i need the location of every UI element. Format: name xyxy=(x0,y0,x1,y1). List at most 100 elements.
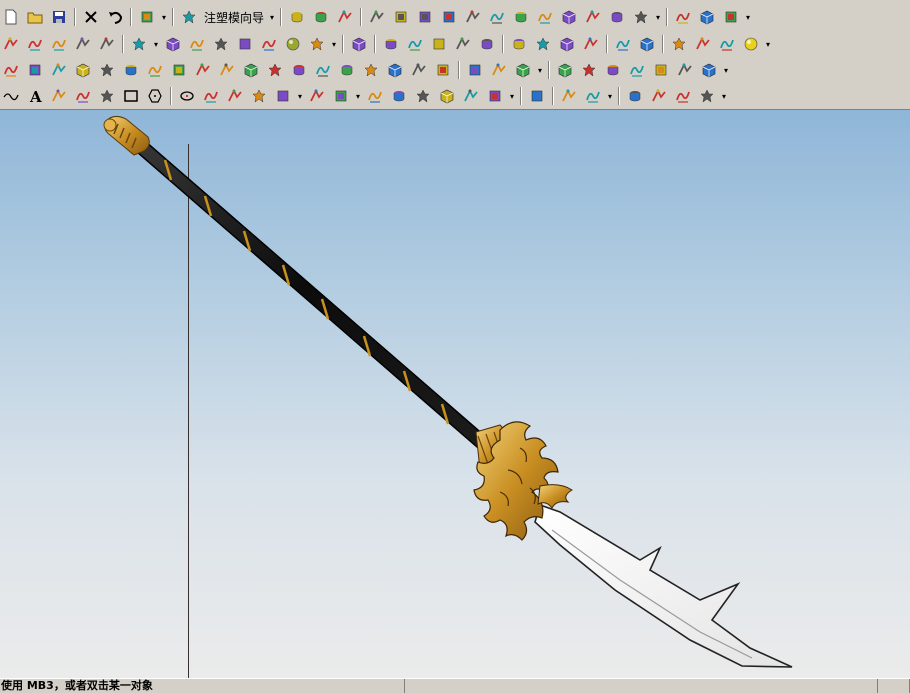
sketch-a-icon[interactable] xyxy=(508,33,530,55)
pan-icon[interactable] xyxy=(48,33,70,55)
close-x-icon[interactable] xyxy=(80,6,102,28)
mold-tool-icon[interactable] xyxy=(178,6,200,28)
surface-11-icon[interactable] xyxy=(240,59,262,81)
cube-wire-icon[interactable] xyxy=(210,33,232,55)
settings-gear-2-icon[interactable] xyxy=(696,6,718,28)
point-set-icon[interactable] xyxy=(48,85,70,107)
fork-icon[interactable] xyxy=(272,85,294,107)
surface-18-icon[interactable] xyxy=(408,59,430,81)
sketch-shield-icon[interactable] xyxy=(606,6,628,28)
view-square-icon[interactable] xyxy=(306,33,328,55)
body-1-icon[interactable] xyxy=(464,59,486,81)
ellipse-icon[interactable] xyxy=(176,85,198,107)
xyz-icon[interactable] xyxy=(224,85,246,107)
curve-c-icon[interactable] xyxy=(364,85,386,107)
curve-a-icon[interactable] xyxy=(306,85,328,107)
curve-e-icon[interactable] xyxy=(412,85,434,107)
assembly-icon[interactable] xyxy=(526,85,548,107)
layout-icon[interactable] xyxy=(348,33,370,55)
sketch-pattern-icon[interactable] xyxy=(534,6,556,28)
analyze-5-icon[interactable] xyxy=(650,59,672,81)
undo-icon[interactable] xyxy=(104,6,126,28)
graphics-viewport[interactable] xyxy=(0,110,910,678)
analyze-3-icon[interactable] xyxy=(602,59,624,81)
feature-2-icon[interactable] xyxy=(404,33,426,55)
sketch-curve-icon[interactable] xyxy=(438,6,460,28)
sketch-fork-icon[interactable] xyxy=(486,6,508,28)
toolbar-dropdown-arrow-icon[interactable]: ▾ xyxy=(722,59,730,81)
cone-icon[interactable] xyxy=(716,33,738,55)
layer-stack-2-icon[interactable] xyxy=(334,6,356,28)
cube-blue-2-icon[interactable] xyxy=(186,33,208,55)
zoom-icon[interactable] xyxy=(0,33,22,55)
cube-solid-icon[interactable] xyxy=(128,33,150,55)
body-2-icon[interactable] xyxy=(488,59,510,81)
measure-icon[interactable] xyxy=(624,85,646,107)
analyze-4-icon[interactable] xyxy=(626,59,648,81)
cube-blue-icon[interactable] xyxy=(162,33,184,55)
text-a-icon[interactable]: A xyxy=(24,85,46,107)
constraint-icon[interactable] xyxy=(558,85,580,107)
surface-6-icon[interactable] xyxy=(120,59,142,81)
toolbar-dropdown-arrow-icon[interactable]: ▾ xyxy=(764,33,772,55)
analyze-2-icon[interactable] xyxy=(578,59,600,81)
sketch-point-icon[interactable] xyxy=(366,6,388,28)
cube-wire-2-icon[interactable] xyxy=(234,33,256,55)
surface-10-icon[interactable] xyxy=(216,59,238,81)
edit-pencil-icon[interactable] xyxy=(136,6,158,28)
surface-7-icon[interactable] xyxy=(144,59,166,81)
sketch-c-icon[interactable] xyxy=(556,33,578,55)
new-file-icon[interactable] xyxy=(0,6,22,28)
feature-1-icon[interactable] xyxy=(380,33,402,55)
layer-stack-icon[interactable] xyxy=(310,6,332,28)
curve-b-icon[interactable] xyxy=(330,85,352,107)
angle-icon[interactable] xyxy=(648,85,670,107)
cube-wire-3-icon[interactable] xyxy=(258,33,280,55)
feature-3-icon[interactable] xyxy=(428,33,450,55)
toolbar-dropdown-arrow-icon[interactable]: ▾ xyxy=(744,6,752,28)
axes-icon[interactable] xyxy=(96,33,118,55)
curve-wave-icon[interactable] xyxy=(0,85,22,107)
box-icon[interactable] xyxy=(612,33,634,55)
sketch-arrow-icon[interactable] xyxy=(390,6,412,28)
sketch-fix-icon[interactable] xyxy=(510,6,532,28)
sketch-d-icon[interactable] xyxy=(580,33,602,55)
surface-8-icon[interactable] xyxy=(168,59,190,81)
sketch-stack-icon[interactable] xyxy=(630,6,652,28)
surface-5-icon[interactable] xyxy=(96,59,118,81)
toolbar-dropdown-arrow-icon[interactable]: ▾ xyxy=(508,85,516,107)
pen-icon[interactable] xyxy=(582,85,604,107)
hexagon-icon[interactable] xyxy=(144,85,166,107)
surface-2-icon[interactable] xyxy=(24,59,46,81)
curve-g-icon[interactable] xyxy=(460,85,482,107)
curve-h-icon[interactable] xyxy=(484,85,506,107)
surface-13-icon[interactable] xyxy=(288,59,310,81)
surface-17-icon[interactable] xyxy=(384,59,406,81)
sphere-icon[interactable] xyxy=(282,33,304,55)
surface-14-icon[interactable] xyxy=(312,59,334,81)
frame-icon[interactable] xyxy=(72,33,94,55)
surface-16-icon[interactable] xyxy=(360,59,382,81)
corner-icon[interactable] xyxy=(96,85,118,107)
draft-icon[interactable] xyxy=(672,85,694,107)
glaive-model[interactable] xyxy=(0,110,910,678)
feature-4-icon[interactable] xyxy=(452,33,474,55)
open-file-icon[interactable] xyxy=(24,6,46,28)
analyze-1-icon[interactable] xyxy=(554,59,576,81)
sketch-plus-icon[interactable] xyxy=(582,6,604,28)
sketch-axis-icon[interactable] xyxy=(414,6,436,28)
settings-gear-icon[interactable] xyxy=(672,6,694,28)
body-3-icon[interactable] xyxy=(512,59,534,81)
toolbar-dropdown-arrow-icon[interactable]: ▾ xyxy=(606,85,614,107)
block-icon[interactable] xyxy=(668,33,690,55)
points-icon[interactable] xyxy=(72,85,94,107)
surface-3-icon[interactable] xyxy=(48,59,70,81)
surface-15-icon[interactable] xyxy=(336,59,358,81)
eraser-icon[interactable] xyxy=(720,6,742,28)
surface-9-icon[interactable] xyxy=(192,59,214,81)
toolbar-dropdown-arrow-icon[interactable]: ▾ xyxy=(654,6,662,28)
surface-12-icon[interactable] xyxy=(264,59,286,81)
analyze-7-icon[interactable] xyxy=(698,59,720,81)
toolbar-dropdown-arrow-icon[interactable]: ▾ xyxy=(268,6,276,28)
surface-4-icon[interactable] xyxy=(72,59,94,81)
